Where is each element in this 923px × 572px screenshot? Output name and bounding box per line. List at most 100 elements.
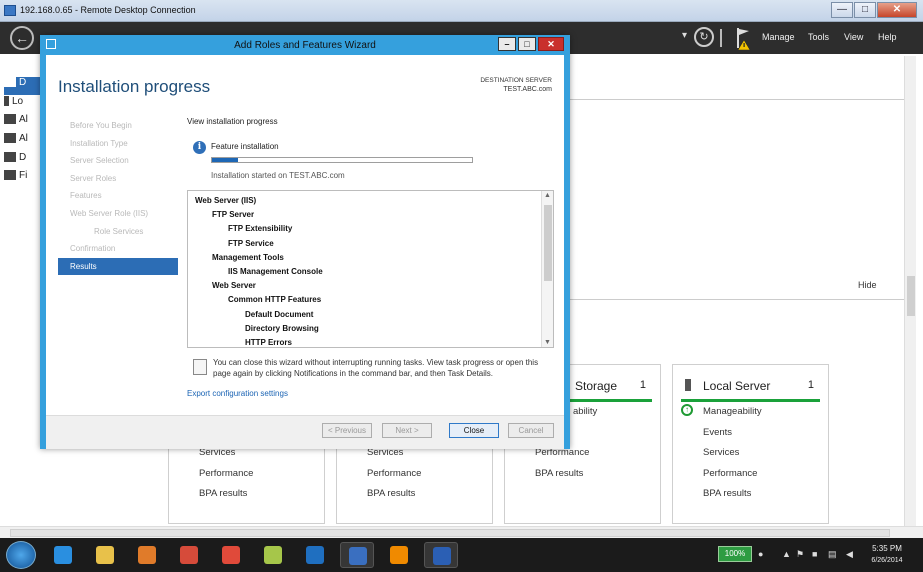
close-button[interactable]: Close <box>449 423 499 438</box>
tile-line-manageability[interactable]: ability <box>573 406 597 417</box>
local-server-tile[interactable]: Local Server 1 ↑ Manageability Events Se… <box>672 364 829 524</box>
scroll-down-icon[interactable]: ▼ <box>542 339 553 346</box>
tile-line-performance[interactable]: Performance <box>199 468 253 479</box>
nav-item-all-servers[interactable]: Al <box>4 114 42 132</box>
welcome-panel <box>568 99 906 300</box>
taskbar-app-button[interactable] <box>424 542 458 568</box>
menu-manage[interactable]: Manage <box>762 32 795 42</box>
view-progress-label: View installation progress <box>187 117 278 126</box>
taskbar-app-button[interactable] <box>172 542 206 568</box>
hide-link[interactable]: Hide <box>858 280 877 290</box>
network-icon[interactable]: ▤ <box>828 549 837 560</box>
taskbar-app-button[interactable] <box>298 542 332 568</box>
battery-indicator[interactable]: 100% <box>718 546 752 562</box>
tile-line-services[interactable]: Services <box>703 447 739 458</box>
next-button[interactable]: Next > <box>382 423 432 438</box>
result-tree-item: Web Server <box>212 281 256 291</box>
menu-view[interactable]: View <box>844 32 863 42</box>
menu-tools[interactable]: Tools <box>808 32 829 42</box>
menu-help[interactable]: Help <box>878 32 897 42</box>
nav-item-file-services[interactable]: Fi <box>4 170 42 188</box>
start-button[interactable] <box>6 541 36 569</box>
results-list[interactable]: ▲ ▼ Web Server (IIS) FTP Server FTP Extens… <box>187 190 554 348</box>
tile-title: Storage <box>575 379 618 393</box>
vertical-scrollbar[interactable] <box>904 56 916 526</box>
scroll-up-icon[interactable]: ▲ <box>542 192 553 199</box>
nav-item-local-server[interactable]: Lo <box>4 96 42 114</box>
wizard-step: Role Services <box>94 226 144 236</box>
scroll-thumb[interactable] <box>907 276 915 316</box>
wizard-step[interactable]: Results <box>58 257 178 276</box>
export-configuration-link[interactable]: Export configuration settings <box>187 389 288 398</box>
previous-button[interactable]: < Previous <box>322 423 372 438</box>
result-tree-item: FTP Extensibility <box>228 224 293 234</box>
tile-line-performance[interactable]: Performance <box>367 468 421 479</box>
tile-line-bpa[interactable]: BPA results <box>703 488 751 499</box>
taskbar-app-button[interactable] <box>88 542 122 568</box>
outlook-icon <box>306 546 324 564</box>
result-tree-item: FTP Server <box>212 210 255 220</box>
refresh-button[interactable]: ↻ <box>694 27 714 47</box>
clock-time[interactable]: 5:35 PM <box>862 544 912 553</box>
tile-line-bpa[interactable]: BPA results <box>199 488 247 499</box>
internet-explorer-icon <box>54 546 72 564</box>
tile-title: Local Server <box>703 379 771 393</box>
taskbar: 100% ● ▲ ⚑ ■ ▤ ◀ 5:35 PM 6/26/2014 <box>0 538 923 572</box>
tray-app-icon[interactable]: ● <box>758 549 763 559</box>
show-hidden-icons-icon[interactable]: ▲ <box>782 549 791 559</box>
clock-date[interactable]: 6/26/2014 <box>862 557 912 564</box>
dns-icon <box>4 152 16 163</box>
tile-line-performance[interactable]: Performance <box>703 468 757 479</box>
all-servers-icon <box>4 114 16 125</box>
taskbar-app-button[interactable] <box>46 542 80 568</box>
tile-line-manageability[interactable]: Manageability <box>703 406 762 417</box>
tile-line-bpa[interactable]: BPA results <box>535 468 583 479</box>
close-wizard-note: You can close this wizard without interr… <box>213 358 539 378</box>
wizard-minimize-button[interactable]: – <box>498 37 516 51</box>
results-scroll-thumb[interactable] <box>544 205 552 281</box>
result-tree-item: Directory Browsing <box>245 323 319 333</box>
taskbar-app-button[interactable] <box>340 542 374 568</box>
scroll-thumb[interactable] <box>10 529 890 537</box>
wizard-steps-list: Before You Begin Installation Type Server … <box>58 117 178 276</box>
wizard-title-bar: Add Roles and Features Wizard – □ ✕ <box>40 35 570 55</box>
word-icon <box>433 547 451 565</box>
nav-item-dns[interactable]: D <box>4 152 42 170</box>
rdp-maximize-button[interactable]: □ <box>854 2 876 18</box>
vlc-icon <box>390 546 408 564</box>
wizard-step: Web Server Role (IIS) <box>70 208 149 218</box>
wizard-maximize-button[interactable]: □ <box>518 37 536 51</box>
taskbar-app-button[interactable] <box>256 542 290 568</box>
taskbar-app-button[interactable] <box>130 542 164 568</box>
result-tree-item: FTP Service <box>228 238 274 248</box>
results-scrollbar[interactable]: ▲ ▼ <box>541 191 553 347</box>
taskbar-app-button[interactable] <box>214 542 248 568</box>
rdp-close-button[interactable]: ✕ <box>877 2 917 18</box>
action-center-flag-icon[interactable]: ⚑ <box>796 549 804 560</box>
wizard-step: Confirmation <box>70 244 116 254</box>
volume-icon[interactable]: ◀ <box>846 549 853 560</box>
tile-status-bar <box>681 399 820 402</box>
horizontal-scrollbar[interactable] <box>0 526 923 538</box>
nav-item-all-servers-2[interactable]: Al <box>4 133 42 151</box>
server-icon <box>685 379 691 391</box>
add-roles-wizard-dialog: Add Roles and Features Wizard – □ ✕ Inst… <box>40 35 570 449</box>
nav-item-dashboard[interactable]: D <box>4 77 42 95</box>
installation-progress-bar <box>211 157 473 163</box>
wizard-step: Features <box>70 191 102 201</box>
tile-line-bpa[interactable]: BPA results <box>367 488 415 499</box>
tray-device-icon[interactable]: ■ <box>812 549 817 559</box>
wizard-close-button[interactable]: ✕ <box>538 37 564 51</box>
tile-line-events[interactable]: Events <box>703 427 732 438</box>
result-tree-item: Management Tools <box>212 252 284 262</box>
back-button[interactable]: ← <box>10 26 34 50</box>
info-icon: i <box>193 141 206 154</box>
rdp-minimize-button[interactable]: — <box>831 2 853 18</box>
cancel-button[interactable]: Cancel <box>508 423 554 438</box>
all-servers-icon <box>4 133 16 144</box>
destination-server-label: DESTINATION SERVER <box>480 77 552 84</box>
tile-count: 1 <box>807 379 814 391</box>
dropdown-icon[interactable]: ▾ <box>682 30 687 41</box>
taskbar-app-button[interactable] <box>382 542 416 568</box>
notifications-flag-icon[interactable] <box>734 26 754 50</box>
